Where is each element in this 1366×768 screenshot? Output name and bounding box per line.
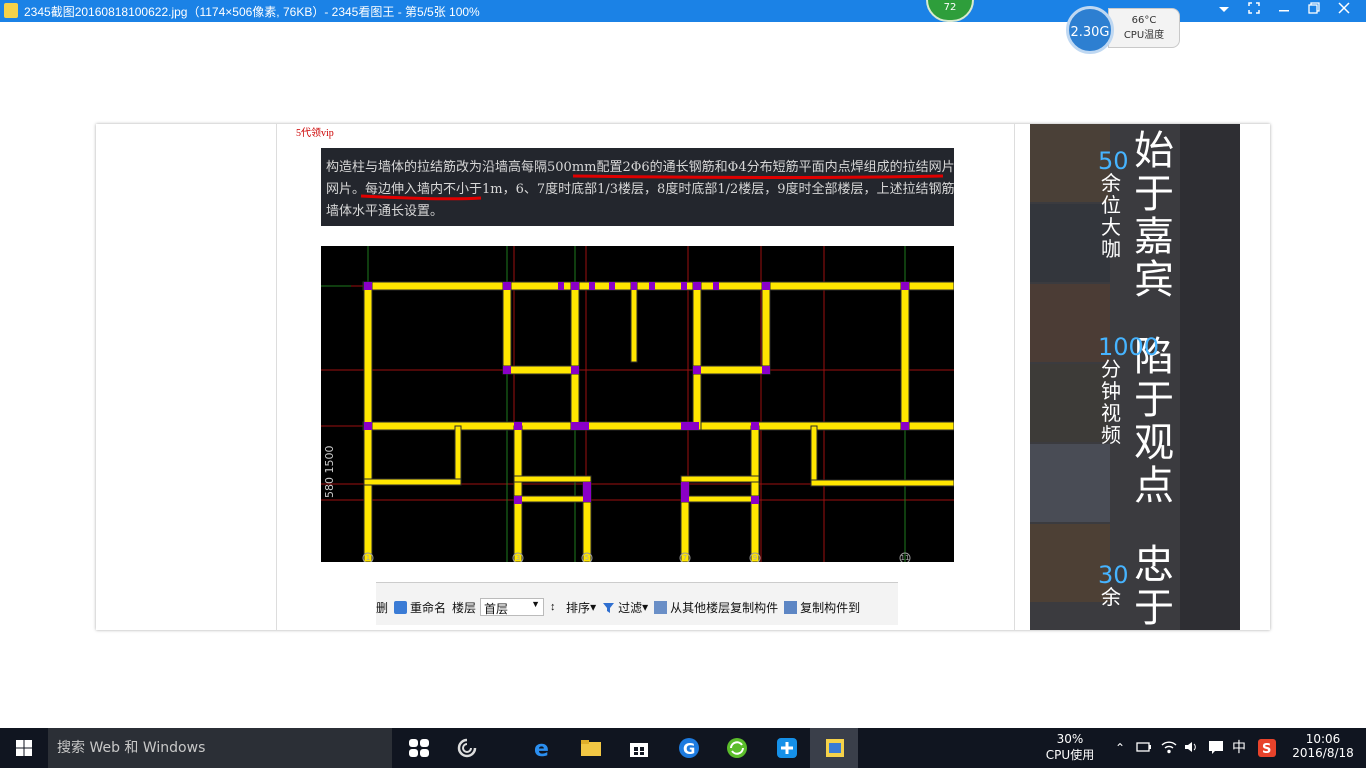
ad-stat-1-num: 50: [1098, 147, 1129, 175]
app-icon: [4, 3, 18, 18]
notification-icon[interactable]: [1206, 728, 1226, 768]
floor-select[interactable]: 首层 ▼: [480, 598, 545, 616]
ad-stat-2: 1000 分钟视频: [1098, 333, 1160, 447]
sort-label: 排序: [566, 600, 591, 615]
software-toolbar: 删 重命名 楼层 首层 ▼ ↕ 排序 ▾ 过滤 ▾ 从其他楼层复制构件 复制构件…: [376, 582, 898, 625]
ad-stat-1-text: 余位大咖: [1101, 171, 1121, 261]
copy-from-floor-icon: [654, 600, 668, 614]
store-icon[interactable]: [614, 728, 662, 768]
ad-stat-1: 50 余位大咖: [1098, 147, 1129, 261]
axis-label: 9: [753, 554, 757, 562]
restore-icon[interactable]: [1304, 1, 1324, 21]
svg-text:G: G: [683, 740, 695, 758]
sync-app-icon[interactable]: [712, 728, 760, 768]
task-view-icon[interactable]: [394, 728, 442, 768]
volume-icon[interactable]: [1182, 728, 1202, 768]
search-box[interactable]: 搜索 Web 和 Windows: [48, 728, 392, 768]
fullscreen-icon[interactable]: [1244, 1, 1264, 21]
svg-text:e: e: [534, 738, 549, 758]
image-canvas[interactable]: 5代领vip 构造柱与墙体的拉结筋改为沿墙高每隔500mm配置2Φ6的通长钢筋和…: [96, 124, 1270, 630]
sort-button[interactable]: ↕ 排序 ▾: [550, 599, 596, 616]
cpu-usage-indicator[interactable]: 30% CPU使用: [1040, 728, 1100, 768]
cpu-widget[interactable]: 66°C CPU温度 2.30G: [1066, 6, 1180, 54]
ad-photo-strip: [1180, 124, 1240, 630]
copy-to-icon: [784, 600, 798, 614]
window-title: 2345截图20160818100622.jpg（1174×506像素, 76K…: [24, 5, 480, 19]
cpu-temp-panel: 66°C CPU温度: [1108, 8, 1180, 48]
clock[interactable]: 10:06 2016/8/18: [1284, 728, 1362, 768]
windows-icon: [16, 740, 32, 756]
cpu-temp-label: CPU温度: [1123, 30, 1165, 41]
sogou-ime-icon[interactable]: S: [1256, 728, 1278, 768]
plus-app-icon[interactable]: [762, 728, 810, 768]
ad-photo: [1030, 444, 1110, 522]
ad-stat-2-text: 分钟视频: [1101, 357, 1121, 447]
rename-button[interactable]: 重命名: [394, 599, 446, 616]
axis-label: 5: [585, 554, 589, 562]
taskbar: 搜索 Web 和 Windows e G 30% CPU使用 ⌃ 中 S 10:…: [0, 728, 1366, 768]
axis-label: 11: [901, 554, 910, 562]
floor-plan: 1 3 5 7 9 11 580 1500: [321, 246, 955, 564]
browser-swirl-icon[interactable]: [442, 728, 490, 768]
ad-stat-2-num: 1000: [1098, 333, 1160, 361]
close-icon[interactable]: [1334, 1, 1354, 21]
copy-from-floor-label: 从其他楼层复制构件: [670, 600, 779, 615]
copy-to-button[interactable]: 复制构件到: [784, 599, 860, 616]
cpu-freq-gauge: 2.30G: [1066, 6, 1114, 54]
filter-label: 过滤: [618, 600, 643, 615]
copy-to-label: 复制构件到: [800, 600, 861, 615]
wifi-icon[interactable]: [1158, 728, 1180, 768]
floor-label: 楼层: [452, 600, 477, 615]
chevron-down-icon[interactable]: [1214, 1, 1234, 21]
cad-drawing: 1 3 5 7 9 11 580 1500: [321, 246, 955, 564]
cpu-temp-value: 66°C: [1131, 15, 1157, 26]
ad-headline-1: 始于嘉宾: [1134, 128, 1174, 303]
ad-stat-3-text: 余: [1101, 585, 1121, 609]
sort-icon: ↕: [550, 600, 556, 613]
axis-label: 3: [516, 554, 520, 562]
floor-value: 首层: [484, 602, 509, 616]
dimension-label: 580 1500: [323, 446, 336, 499]
start-button[interactable]: [0, 728, 48, 768]
chevron-up-icon[interactable]: ⌃: [1110, 728, 1130, 768]
edge-browser-icon[interactable]: e: [518, 728, 566, 768]
red-underline-annotations: [360, 174, 944, 201]
ad-headline-2: 陷于观点: [1134, 334, 1174, 509]
rename-label: 重命名: [410, 600, 447, 615]
cpu-usage-label: CPU使用: [1045, 748, 1095, 762]
filter-button[interactable]: 过滤 ▾: [602, 599, 648, 616]
g-app-icon[interactable]: G: [664, 728, 712, 768]
axis-label: 1: [366, 554, 370, 562]
delete-label: 删: [376, 600, 389, 615]
cpu-usage-value: 30%: [1056, 732, 1084, 746]
minimize-icon[interactable]: [1274, 1, 1294, 21]
ad-headline-3: 忠于: [1134, 542, 1174, 630]
image-viewer-taskbar-icon[interactable]: [810, 728, 858, 768]
text-excerpt: 构造柱与墙体的拉结筋改为沿墙高每隔500mm配置2Φ6的通长钢筋和Φ4分布短筋平…: [321, 148, 954, 226]
filter-icon: [602, 601, 615, 614]
rename-icon: [394, 600, 408, 614]
ad-stat-3-num: 30: [1098, 561, 1129, 589]
dropdown-arrow-icon: ▼: [531, 599, 541, 609]
file-explorer-icon[interactable]: [566, 728, 614, 768]
svg-text:S: S: [1262, 742, 1271, 757]
advertisement-banner[interactable]: 始于嘉宾 陷于观点 忠于 50 余位大咖 1000 分钟视频 30 余: [1030, 124, 1240, 630]
clock-date: 2016/8/18: [1292, 746, 1354, 760]
search-placeholder: 搜索 Web 和 Windows: [57, 740, 206, 756]
ime-indicator[interactable]: 中: [1228, 728, 1250, 768]
copy-from-floor-button[interactable]: 从其他楼层复制构件: [654, 599, 778, 616]
power-icon[interactable]: [1134, 728, 1154, 768]
header-note: 5代领vip: [296, 128, 334, 139]
clock-time: 10:06: [1305, 732, 1341, 746]
ad-stat-3: 30 余: [1098, 561, 1129, 609]
axis-label: 7: [683, 554, 687, 562]
